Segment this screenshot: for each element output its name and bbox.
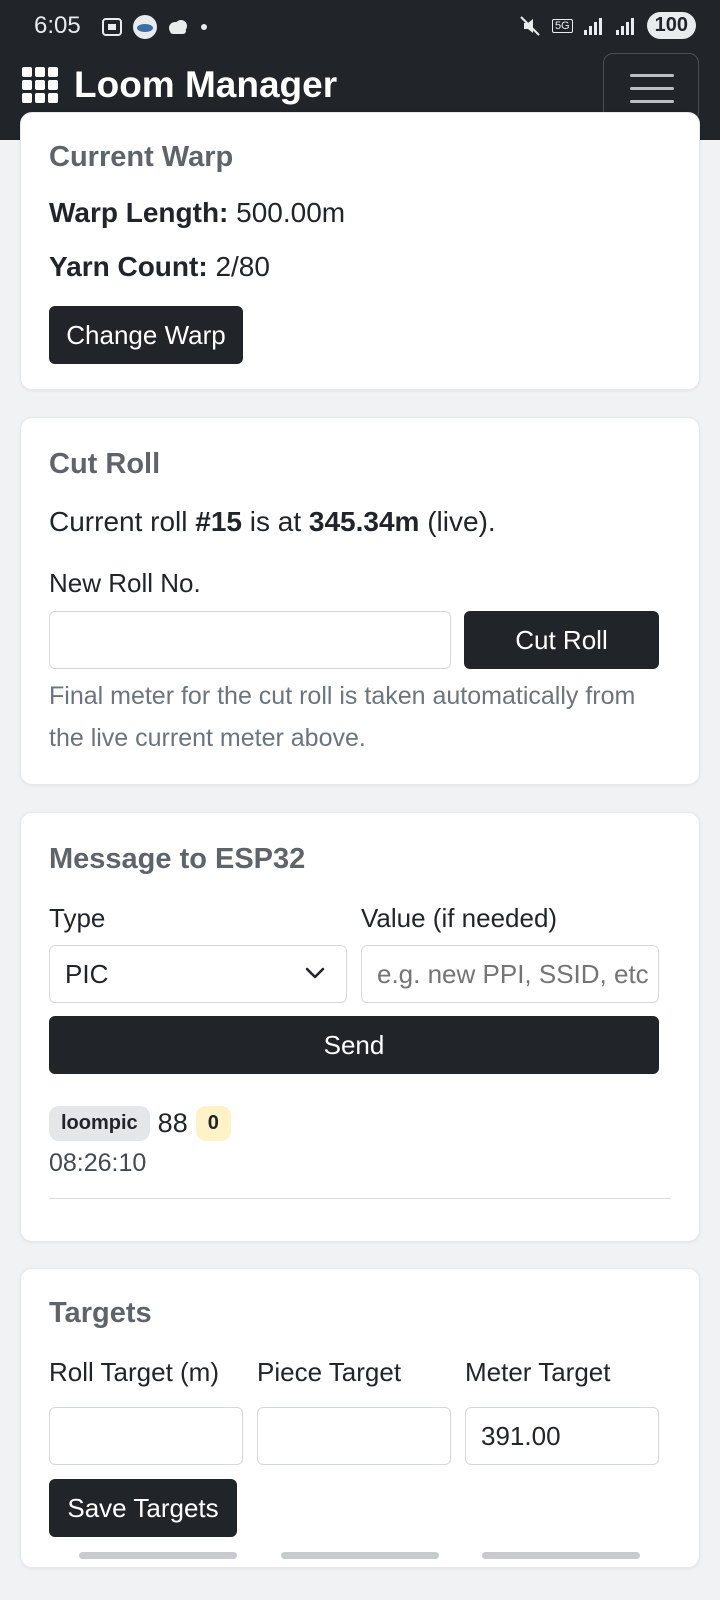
cut-roll-help-text: Final meter for the cut roll is taken au… [49, 682, 636, 752]
cloud-icon [169, 20, 187, 34]
cut-roll-button[interactable]: Cut Roll [464, 611, 659, 669]
message-esp32-card: Message to ESP32 Type Value (if needed) … [20, 812, 700, 1242]
scroll-indicator-1 [79, 1552, 237, 1559]
targets-card-title: Targets [49, 1297, 152, 1329]
status-time: 6:05 [34, 12, 81, 39]
hamburger-icon-line-2 [630, 87, 674, 90]
roll-target-input[interactable] [49, 1407, 243, 1465]
mute-icon [520, 15, 540, 36]
log-value: 88 [157, 1108, 188, 1138]
log-count-badge: 0 [195, 1106, 231, 1141]
current-roll-middle: is at [241, 506, 309, 537]
current-roll-prefix: Current roll [49, 506, 196, 537]
dot-icon [201, 24, 207, 30]
network-type-icon: 5G [551, 18, 573, 33]
type-label: Type [49, 903, 106, 933]
piece-target-label: Piece Target [257, 1357, 402, 1387]
screenshot-icon [102, 18, 122, 36]
type-selected-value: PIC [65, 958, 109, 989]
change-warp-button[interactable]: Change Warp [49, 306, 243, 364]
battery-indicator: 100 [646, 12, 696, 39]
navbar-brand[interactable]: Loom Manager [22, 64, 337, 106]
roll-target-label: Roll Target (m) [49, 1357, 220, 1387]
scroll-indicator-2 [281, 1552, 439, 1559]
warp-length-label: Warp Length: [49, 197, 229, 228]
send-button[interactable]: Send [49, 1016, 659, 1074]
app-notification-icon [133, 15, 157, 39]
yarn-count-label: Yarn Count: [49, 251, 208, 282]
warp-length-line: Warp Length: 500.00m [49, 197, 345, 229]
value-label: Value (if needed) [361, 903, 558, 933]
signal-icon-2 [615, 17, 634, 35]
current-roll-number: #15 [195, 506, 242, 537]
log-divider [49, 1198, 671, 1199]
hamburger-icon-line-1 [630, 74, 674, 77]
log-tag-badge: loompic [49, 1106, 150, 1141]
yarn-count-value: 2/80 [215, 251, 270, 282]
value-input[interactable] [361, 945, 659, 1003]
save-targets-button[interactable]: Save Targets [49, 1479, 237, 1537]
log-timestamp: 08:26:10 [49, 1149, 147, 1177]
cut-roll-card: Cut Roll Current roll #15 is at 345.34m … [20, 417, 700, 785]
new-roll-input[interactable] [49, 611, 451, 669]
current-roll-meter: 345.34m [308, 506, 420, 537]
message-card-title: Message to ESP32 [49, 843, 306, 875]
status-bar: 6:05 5G 100 [0, 0, 720, 52]
targets-card: Targets Roll Target (m) Piece Target Met… [20, 1268, 700, 1568]
status-notification-icons [100, 14, 210, 40]
signal-icon [583, 17, 602, 35]
chevron-down-icon [305, 967, 325, 979]
current-roll-text: Current roll #15 is at 345.34m (live). [49, 506, 496, 538]
meter-target-label: Meter Target [465, 1357, 611, 1387]
piece-target-input[interactable] [257, 1407, 451, 1465]
current-roll-suffix: (live). [419, 506, 496, 537]
hamburger-icon-line-3 [630, 100, 674, 103]
type-select[interactable]: PIC [49, 945, 347, 1003]
meter-target-input[interactable]: 391.00 [465, 1407, 659, 1465]
horizontal-scroll-indicators [0, 1552, 720, 1560]
yarn-count-line: Yarn Count: 2/80 [49, 251, 270, 283]
warp-length-value: 500.00m [236, 197, 346, 228]
cut-roll-card-title: Cut Roll [49, 448, 161, 480]
current-warp-card: Current Warp Warp Length: 500.00m Yarn C… [20, 112, 700, 390]
apps-grid-icon [22, 67, 58, 103]
brand-title: Loom Manager [74, 64, 338, 105]
new-roll-label: New Roll No. [49, 568, 201, 598]
scroll-indicator-3 [482, 1552, 640, 1559]
status-system-icons: 5G 100 [518, 12, 696, 39]
message-log-entry: loompic 88 0 [49, 1106, 231, 1141]
warp-card-title: Current Warp [49, 141, 234, 173]
